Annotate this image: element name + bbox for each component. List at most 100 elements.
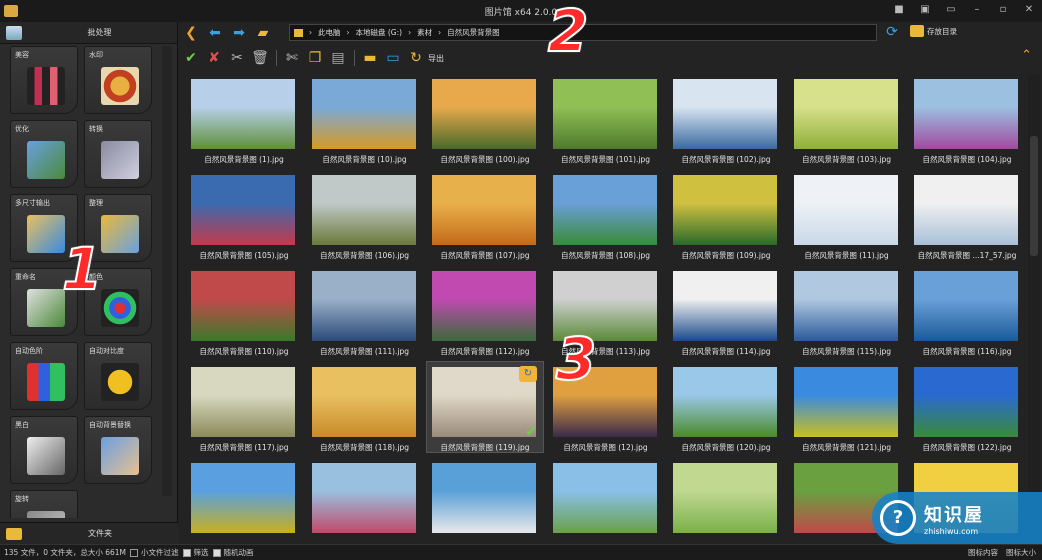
thumbnail-image[interactable] [311,175,416,245]
thumbnail-item[interactable]: 自然风景背景图 (102).jpg [668,74,784,164]
thumbnail-image[interactable] [432,463,536,533]
thumbnail-item[interactable]: 自然风景背景图 (106).jpg [307,170,423,260]
thumbnail-item[interactable]: 自然风景背景图 ...17_57.jpg [909,170,1025,260]
batch-scrollbar[interactable] [162,46,172,496]
batch-tool-4[interactable]: 转换 [84,120,152,188]
thumbnail-image[interactable] [432,175,536,245]
small-file-filter[interactable]: 小文件过滤 [130,547,179,558]
batch-tool-13[interactable]: 旋转 [10,490,78,518]
thumbnail-item[interactable]: 自然风景背景图 (120).jpg [668,362,784,452]
scrollbar-thumb[interactable] [1030,136,1038,256]
thumbnail-image[interactable] [311,367,416,437]
thumbnail-item[interactable]: 自然风景背景图 (108).jpg [548,170,664,260]
breadcrumb-item[interactable]: 素材 [417,27,432,38]
random-animation-option[interactable]: 随机动画 [212,547,254,558]
checkbox[interactable] [212,548,221,557]
thumbnail-image[interactable] [673,463,777,533]
thumbnail-item[interactable]: 自然风景背景图 (124).jpg [307,458,423,534]
new-folder-icon[interactable]: ▬ [361,49,379,67]
thumbnail-image[interactable] [914,175,1018,245]
icon-content-toggle[interactable]: 图标内容 [968,547,998,558]
thumbnail-image[interactable] [191,79,295,149]
thumbnail-image[interactable] [793,175,898,245]
thumbnail-item[interactable]: 自然风景背景图 (115).jpg [789,266,905,356]
thumbnail-image[interactable] [311,463,416,533]
back-arrow-icon[interactable]: ⬅ [206,24,224,42]
thumbnail-item[interactable]: 自然风景背景图 (125).jpg [427,458,543,534]
thumbnail-image[interactable] [552,463,657,533]
thumbnail-item[interactable]: 自然风景背景图 (121).jpg [789,362,905,452]
thumbnail-image[interactable] [914,79,1018,149]
thumbnail-image[interactable] [191,367,295,437]
filter-option[interactable]: 筛选 [182,547,209,558]
breadcrumb-item[interactable]: 自然风景背景图 [447,27,500,38]
thumbnail-item[interactable]: 自然风景背景图 (118).jpg [307,362,423,452]
cut-icon[interactable]: ✄ [283,49,301,67]
grid-scrollbar[interactable] [1028,74,1040,536]
collapse-up-icon[interactable]: ⌃ [1021,48,1032,63]
thumbnail-image[interactable] [311,79,416,149]
checkbox[interactable] [130,548,139,557]
thumbnail-image[interactable] [793,367,898,437]
save-directory-button[interactable]: 存放目录 [910,25,957,37]
thumbnail-item[interactable]: 自然风景背景图 (103).jpg [789,74,905,164]
collapse-left-icon[interactable]: ❮ [182,24,200,42]
thumbnail-item[interactable]: 自然风景背景图 (114).jpg [668,266,784,356]
batch-tool-11[interactable]: 黑白 [10,416,78,484]
thumbnail-item[interactable]: 自然风景背景图 (104).jpg [909,74,1025,164]
batch-tool-1[interactable]: 美容 [10,46,78,114]
up-folder-icon[interactable]: ▰ [254,24,272,42]
thumbnail-item[interactable]: 自然风景背景图 (100).jpg [427,74,543,164]
tools-icon[interactable]: ✂ [228,49,246,67]
thumbnail-image[interactable] [191,463,295,533]
thumbnail-item[interactable]: 自然风景背景图 (126).jpg [548,458,664,534]
batch-tool-2[interactable]: 水印 [84,46,152,114]
thumbnail-item[interactable]: 自然风景背景图 (119).jpg ↻ ✔ [426,361,544,453]
thumbnail-item[interactable]: 自然风景背景图 (111).jpg [307,266,423,356]
batch-tool-3[interactable]: 优化 [10,120,78,188]
thumbnail-image[interactable] [311,271,416,341]
feedback-icon[interactable]: ▭ [944,3,958,17]
breadcrumb-item[interactable]: 本地磁盘 (G:) [356,27,403,38]
thumbnail-image[interactable] [914,271,1018,341]
thumbnail-image[interactable] [552,79,657,149]
thumbnail-item[interactable]: 自然风景背景图 (116).jpg [909,266,1025,356]
thumbnail-item[interactable]: 自然风景背景图 (123).jpg [186,458,302,534]
thumbnail-item[interactable]: 自然风景背景图 (127).jpg [668,458,784,534]
thumbnail-image[interactable] [673,367,777,437]
batch-tool-9[interactable]: 自动色阶 [10,342,78,410]
skin-icon[interactable]: ■ [892,3,906,17]
thumbnail-image[interactable] [673,175,777,245]
thumbnail-item[interactable]: 自然风景背景图 (112).jpg [427,266,543,356]
thumbnail-item[interactable]: 自然风景背景图 (107).jpg [427,170,543,260]
thumbnail-item[interactable]: 自然风景背景图 (11).jpg [789,170,905,260]
settings-icon[interactable]: ▣ [918,3,932,17]
thumbnail-item[interactable]: 自然风景背景图 (117).jpg [186,362,302,452]
thumbnail-item[interactable]: 自然风景背景图 (101).jpg [548,74,664,164]
checkmark-icon[interactable]: ✔ [525,424,537,440]
thumbnail-image[interactable] [793,271,898,341]
select-all-icon[interactable]: ✔ [182,49,200,67]
invert-select-icon[interactable]: ✘ [205,49,223,67]
forward-arrow-icon[interactable]: ➡ [230,24,248,42]
delete-icon[interactable]: 🗑 [251,49,269,67]
thumbnail-image[interactable] [914,367,1018,437]
thumbnail-image[interactable] [552,175,657,245]
close-button[interactable]: ✕ [1022,3,1036,17]
thumbnail-image[interactable] [673,271,777,341]
slideshow-icon[interactable]: ▭ [384,49,402,67]
folder-header[interactable]: 文件夹 [0,522,178,544]
thumbnail-image[interactable] [191,271,295,341]
copy-icon[interactable]: ❐ [306,49,324,67]
thumbnail-item[interactable]: 自然风景背景图 (110).jpg [186,266,302,356]
export-icon[interactable]: ↻ [407,49,425,67]
thumbnail-image[interactable] [432,79,536,149]
batch-tool-12[interactable]: 自动背景替换 [84,416,152,484]
thumbnail-item[interactable]: 自然风景背景图 (10).jpg [307,74,423,164]
thumbnail-image[interactable] [673,79,777,149]
export-label[interactable]: 导出 [428,53,444,64]
rotate-icon[interactable]: ↻ [519,366,537,382]
checkbox[interactable] [182,548,191,557]
paste-icon[interactable]: ▤ [329,49,347,67]
thumbnail-item[interactable]: 自然风景背景图 (1).jpg [186,74,302,164]
